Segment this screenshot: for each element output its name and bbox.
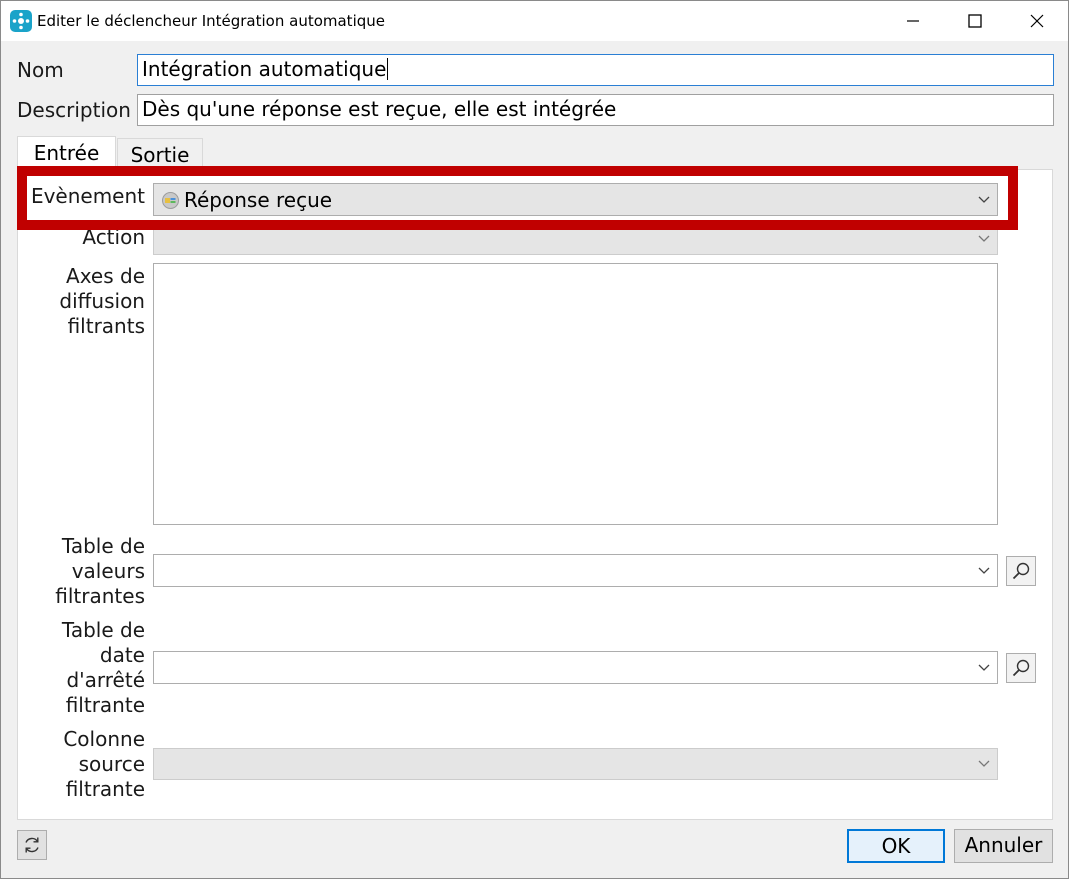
colonne-label-line2: source: [78, 752, 145, 776]
evenement-selected-value: Réponse reçue: [184, 188, 333, 212]
close-button[interactable]: [1006, 1, 1068, 41]
table-date-search-button[interactable]: [1006, 653, 1036, 683]
tab-sortie[interactable]: Sortie: [117, 138, 203, 169]
table-valeurs-label-line3: filtrantes: [55, 584, 145, 608]
chevron-down-icon: [978, 664, 990, 671]
axes-label-line1: Axes de: [66, 264, 145, 288]
table-date-label-line3: d'arrêté: [66, 668, 145, 692]
chevron-down-icon: [978, 235, 990, 242]
app-icon: [10, 10, 32, 32]
axes-listbox[interactable]: [153, 263, 998, 525]
description-input[interactable]: Dès qu'une réponse est reçue, elle est i…: [137, 94, 1054, 126]
search-icon: [1012, 659, 1030, 677]
tab-sortie-label: Sortie: [130, 143, 190, 167]
refresh-icon: [25, 837, 39, 853]
description-label: Description: [17, 98, 131, 122]
cancel-button-label: Annuler: [964, 833, 1043, 857]
colonne-label-line3: filtrante: [65, 777, 145, 801]
tab-entree-label: Entrée: [33, 141, 100, 165]
axes-label-line2: diffusion: [59, 289, 145, 313]
nom-input-value: Intégration automatique: [142, 57, 387, 81]
table-date-select[interactable]: [153, 651, 998, 684]
chevron-down-icon: [978, 760, 990, 767]
maximize-icon: [968, 14, 982, 28]
minimize-button[interactable]: [882, 1, 944, 41]
refresh-button[interactable]: [17, 830, 47, 860]
colonne-source-select[interactable]: [153, 748, 998, 780]
tab-entree[interactable]: Entrée: [17, 136, 116, 170]
axes-label-line3: filtrants: [67, 314, 145, 338]
evenement-label: Evènement: [30, 184, 145, 208]
table-date-label-line1: Table de: [61, 618, 145, 642]
table-date-label-line2: date: [99, 643, 145, 667]
text-caret: [387, 58, 389, 80]
nom-input[interactable]: Intégration automatique: [137, 54, 1054, 86]
table-valeurs-search-button[interactable]: [1006, 556, 1036, 586]
response-received-icon: [162, 192, 179, 209]
window-title: Editer le déclencheur Intégration automa…: [37, 12, 385, 30]
chevron-down-icon: [978, 567, 990, 574]
dialog-window: Editer le déclencheur Intégration automa…: [0, 0, 1069, 879]
table-date-label-line4: filtrante: [65, 693, 145, 717]
maximize-button[interactable]: [944, 1, 1006, 41]
search-icon: [1012, 562, 1030, 580]
close-icon: [1030, 14, 1044, 28]
action-select[interactable]: [153, 223, 998, 255]
ok-button-label: OK: [881, 834, 911, 858]
ok-button[interactable]: OK: [847, 829, 945, 863]
evenement-select[interactable]: Réponse reçue: [153, 183, 998, 216]
title-bar: Editer le déclencheur Intégration automa…: [1, 1, 1068, 41]
action-label: Action: [82, 225, 145, 249]
table-valeurs-label-line2: valeurs: [71, 559, 145, 583]
table-valeurs-label-line1: Table de: [61, 534, 145, 558]
description-input-value: Dès qu'une réponse est reçue, elle est i…: [142, 97, 617, 121]
nom-label: Nom: [17, 58, 64, 82]
colonne-label-line1: Colonne: [63, 727, 145, 751]
chevron-down-icon: [978, 196, 990, 203]
cancel-button[interactable]: Annuler: [954, 829, 1053, 863]
table-valeurs-select[interactable]: [153, 554, 998, 587]
minimize-icon: [907, 20, 919, 22]
